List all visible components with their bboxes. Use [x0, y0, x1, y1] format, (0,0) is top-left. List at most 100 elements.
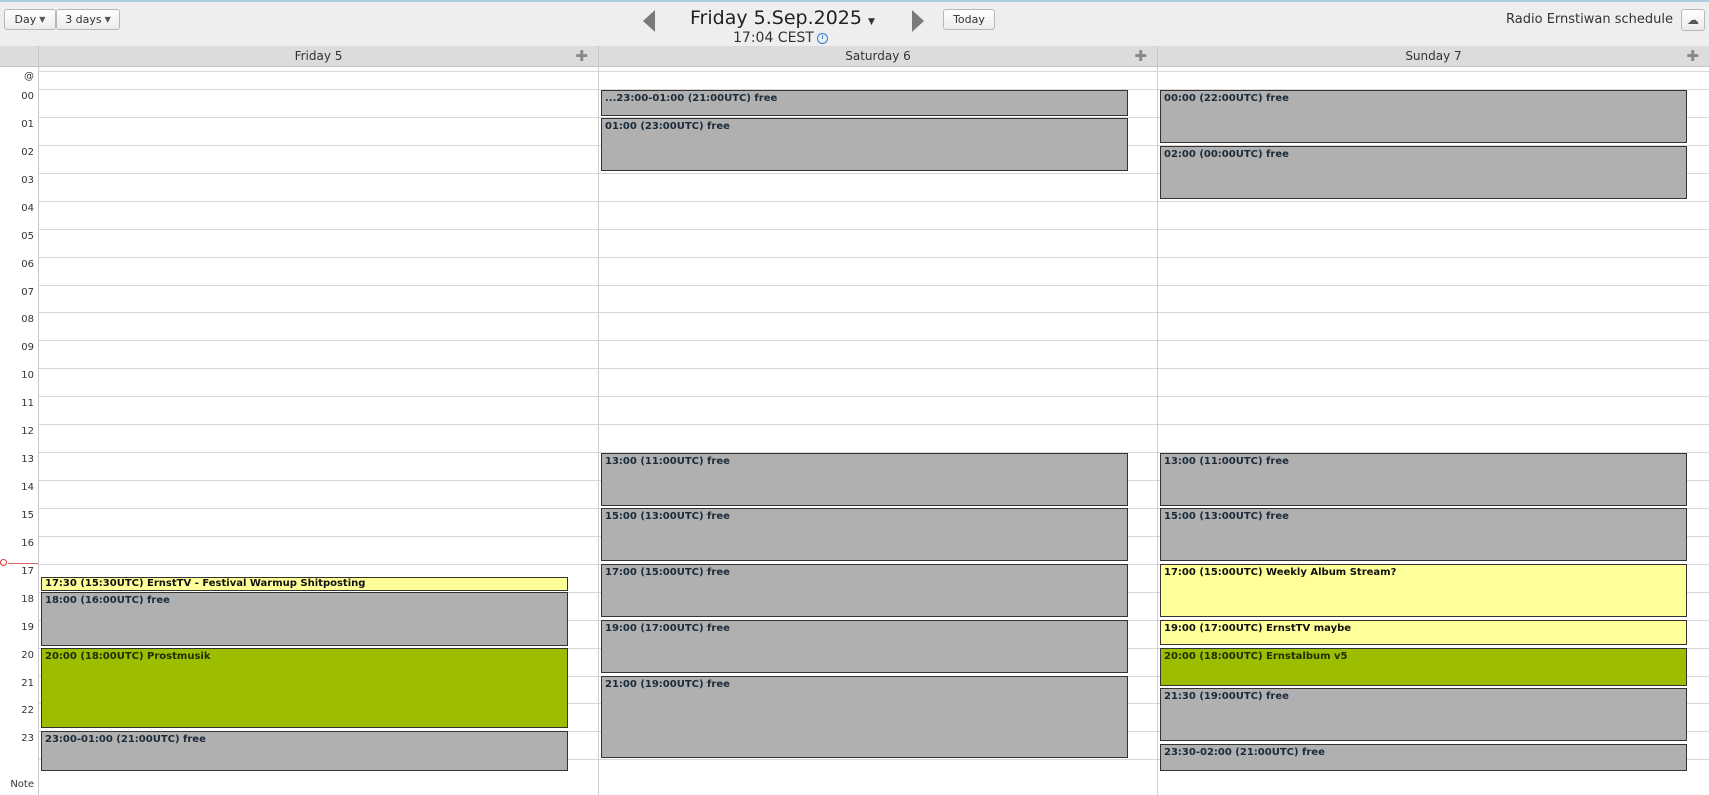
event-block[interactable]: 21:30 (19:00UTC) free: [1160, 688, 1687, 741]
plus-icon[interactable]: ✚: [1686, 47, 1699, 65]
day-header-saturday[interactable]: Saturday 6 ✚: [599, 46, 1158, 67]
hour-gridline: [39, 396, 1709, 397]
event-block[interactable]: 17:00 (15:00UTC) free: [601, 564, 1128, 617]
hour-label: 17: [21, 565, 34, 577]
gutter-header: [0, 46, 39, 67]
next-day-icon[interactable]: [912, 10, 924, 32]
hour-label: 23: [21, 733, 34, 745]
hour-gridline: [39, 229, 1709, 230]
schedule-name: Radio Ernstiwan schedule: [1506, 12, 1673, 27]
event-label: 13:00 (11:00UTC) free: [1164, 456, 1289, 467]
event-label: 19:00 (17:00UTC) ErnstTV maybe: [1164, 623, 1352, 634]
event-label: 21:00 (19:00UTC) free: [605, 679, 730, 690]
hour-label: 16: [21, 537, 34, 549]
event-label: 01:00 (23:00UTC) free: [605, 121, 730, 132]
event-label: 18:00 (16:00UTC) free: [45, 595, 170, 606]
event-label: 20:00 (18:00UTC) Prostmusik: [45, 651, 211, 662]
day-header-sunday[interactable]: Sunday 7 ✚: [1158, 46, 1709, 67]
chevron-down-icon: ▼: [104, 15, 111, 24]
event-block[interactable]: 01:00 (23:00UTC) free: [601, 118, 1128, 171]
hour-label: 07: [21, 286, 34, 298]
hour-label: 19: [21, 621, 34, 633]
event-block[interactable]: 20:00 (18:00UTC) Ernstalbum v5: [1160, 648, 1687, 686]
hour-label: 04: [21, 202, 34, 214]
event-label: ...23:00-01:00 (21:00UTC) free: [605, 93, 778, 104]
today-label: Today: [953, 13, 985, 26]
event-block[interactable]: 21:00 (19:00UTC) free: [601, 676, 1128, 758]
hour-label: 22: [21, 705, 34, 717]
hour-gridline: [39, 312, 1709, 313]
event-label: 17:30 (15:30UTC) ErnstTV - Festival Warm…: [45, 578, 366, 589]
prev-day-icon[interactable]: [643, 10, 655, 32]
hour-gridline: [39, 368, 1709, 369]
hour-label: 01: [21, 118, 34, 130]
event-block[interactable]: 02:00 (00:00UTC) free: [1160, 146, 1687, 199]
event-label: 21:30 (19:00UTC) free: [1164, 691, 1289, 702]
hour-label: 03: [21, 174, 34, 186]
cloud-icon: ☁: [1687, 13, 1699, 27]
event-block[interactable]: 19:00 (17:00UTC) free: [601, 620, 1128, 673]
hour-label: 15: [21, 509, 34, 521]
hour-gridline: [39, 424, 1709, 425]
view-3days-label: 3 days: [65, 13, 102, 26]
event-block[interactable]: 17:00 (15:00UTC) Weekly Album Stream?: [1160, 564, 1687, 617]
plus-icon[interactable]: ✚: [1134, 47, 1147, 65]
hour-gridline: [39, 285, 1709, 286]
hour-label: 21: [21, 677, 34, 689]
event-label: 13:00 (11:00UTC) free: [605, 456, 730, 467]
column-divider: [1157, 67, 1158, 795]
event-block[interactable]: 13:00 (11:00UTC) free: [1160, 453, 1687, 506]
today-button[interactable]: Today: [943, 9, 995, 30]
time-gutter: @ 00 01 02 03 04 05 06 07 08 09 10 11 12 13 14 15 16 17 18…: [0, 67, 39, 795]
hour-label: 11: [21, 398, 34, 410]
hour-label: 18: [21, 593, 34, 605]
toolbar: Day ▼ 3 days ▼ Friday 5.Sep.2025 ▼ 17:04…: [0, 2, 1709, 46]
hour-gridline: [39, 340, 1709, 341]
event-label: 17:00 (15:00UTC) free: [605, 567, 730, 578]
event-label: 15:00 (13:00UTC) free: [1164, 511, 1289, 522]
event-block[interactable]: 15:00 (13:00UTC) free: [1160, 508, 1687, 561]
date-title: Friday 5.Sep.2025: [690, 7, 862, 29]
event-block[interactable]: 00:00 (22:00UTC) free: [1160, 90, 1687, 143]
current-time: 17:04 CEST: [733, 30, 828, 46]
hour-label: 09: [21, 342, 34, 354]
event-label: 23:30-02:00 (21:00UTC) free: [1164, 747, 1325, 758]
hour-gridline: [39, 71, 1709, 72]
column-divider: [598, 67, 599, 795]
hour-label: 20: [21, 649, 34, 661]
event-block[interactable]: 15:00 (13:00UTC) free: [601, 508, 1128, 561]
now-line: [8, 563, 38, 564]
hour-label: 08: [21, 314, 34, 326]
event-block[interactable]: ...23:00-01:00 (21:00UTC) free: [601, 90, 1128, 116]
date-title-dropdown[interactable]: Friday 5.Sep.2025 ▼: [690, 7, 900, 29]
day-header-label: Friday 5: [294, 49, 343, 63]
event-label: 17:00 (15:00UTC) Weekly Album Stream?: [1164, 567, 1397, 578]
view-3days-button[interactable]: 3 days ▼: [56, 9, 120, 30]
hour-label: 12: [21, 426, 34, 438]
event-block[interactable]: 18:00 (16:00UTC) free: [41, 592, 568, 646]
event-label: 02:00 (00:00UTC) free: [1164, 149, 1289, 160]
event-block[interactable]: 19:00 (17:00UTC) ErnstTV maybe: [1160, 620, 1687, 645]
hour-gridline: [39, 257, 1709, 258]
view-day-label: Day: [14, 13, 37, 26]
plus-icon[interactable]: ✚: [575, 47, 588, 65]
now-marker-icon: [0, 559, 7, 566]
event-block[interactable]: 23:30-02:00 (21:00UTC) free: [1160, 744, 1687, 771]
hour-label: 06: [21, 258, 34, 270]
event-label: 20:00 (18:00UTC) Ernstalbum v5: [1164, 651, 1348, 662]
hour-gridline: [39, 201, 1709, 202]
hour-label: 00: [21, 91, 34, 102]
view-day-button[interactable]: Day ▼: [4, 9, 56, 30]
day-header-friday[interactable]: Friday 5 ✚: [39, 46, 599, 67]
allday-label: @: [24, 71, 34, 82]
cloud-button[interactable]: ☁: [1681, 9, 1705, 31]
event-block[interactable]: 23:00-01:00 (21:00UTC) free: [41, 731, 568, 771]
event-block[interactable]: 17:30 (15:30UTC) ErnstTV - Festival Warm…: [41, 577, 568, 591]
hour-label: 10: [21, 370, 34, 382]
event-block[interactable]: 13:00 (11:00UTC) free: [601, 453, 1128, 506]
clock-icon: [816, 32, 828, 44]
event-label: 23:00-01:00 (21:00UTC) free: [45, 734, 206, 745]
event-label: 15:00 (13:00UTC) free: [605, 511, 730, 522]
hour-label: 05: [21, 230, 34, 242]
event-block[interactable]: 20:00 (18:00UTC) Prostmusik: [41, 648, 568, 728]
